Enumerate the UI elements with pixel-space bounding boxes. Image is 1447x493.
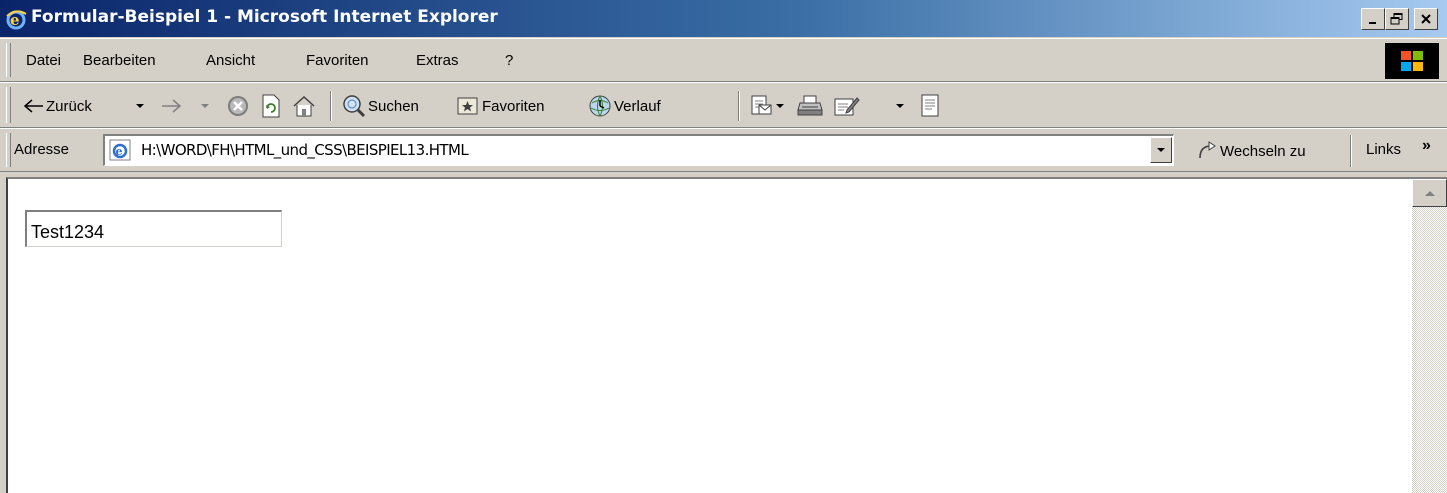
document-icon: [921, 94, 939, 117]
menu-favoriten[interactable]: Favoriten: [306, 52, 369, 69]
home-button[interactable]: [292, 90, 316, 122]
back-label: Zurück: [46, 97, 92, 115]
dropdown-arrow-icon: [136, 104, 144, 108]
address-bar: Adresse e H:\WORD\FH\HTML_und_CSS\BEISPI…: [0, 128, 1447, 172]
links-button[interactable]: Links: [1366, 141, 1401, 158]
back-dropdown-button[interactable]: [135, 90, 145, 122]
printer-icon: [797, 95, 823, 116]
toolbar-grip[interactable]: [6, 87, 11, 123]
search-icon: [343, 95, 366, 118]
dropdown-arrow-icon: [776, 103, 784, 108]
windows-logo-icon: [1385, 43, 1439, 79]
svg-text:e: e: [116, 145, 123, 158]
refresh-button[interactable]: [260, 90, 282, 122]
mail-button[interactable]: [750, 90, 784, 122]
go-label: Wechseln zu: [1220, 142, 1306, 160]
go-arrow-icon: [1199, 141, 1216, 159]
close-icon: [1421, 14, 1431, 24]
toolbar-separator: [738, 91, 740, 121]
address-dropdown-button[interactable]: [1150, 137, 1172, 163]
edit-button[interactable]: [834, 90, 860, 122]
dropdown-arrow-icon: [1157, 148, 1165, 152]
favorites-label: Favoriten: [482, 97, 545, 115]
menu-ansicht[interactable]: Ansicht: [206, 52, 255, 69]
menubar-grip[interactable]: [6, 43, 11, 77]
search-label: Suchen: [368, 97, 419, 115]
refresh-icon: [262, 94, 280, 118]
page-content: [6, 177, 1447, 493]
scroll-up-button[interactable]: [1412, 179, 1447, 207]
home-icon: [293, 95, 315, 117]
back-arrow-icon: [24, 99, 43, 113]
history-icon: [589, 95, 611, 117]
links-chevron-icon[interactable]: »: [1422, 137, 1431, 155]
standard-toolbar: Zurück Suchen Favoriten Verlauf: [0, 82, 1447, 128]
text-input[interactable]: [25, 210, 282, 247]
dropdown-arrow-icon: [201, 104, 209, 108]
window-title: Formular-Beispiel 1 - Microsoft Internet…: [31, 7, 498, 27]
discuss-button[interactable]: [920, 90, 940, 122]
menu-datei[interactable]: Datei: [26, 52, 61, 69]
links-separator: [1350, 135, 1352, 167]
address-label: Adresse: [14, 141, 70, 158]
menu-bearbeiten[interactable]: Bearbeiten: [83, 52, 156, 69]
toolbar-separator: [330, 91, 332, 121]
restore-icon: [1390, 13, 1403, 25]
print-button[interactable]: [797, 90, 823, 122]
address-url: H:\WORD\FH\HTML_und_CSS\BEISPIEL13.HTML: [141, 141, 469, 159]
forward-arrow-icon: [162, 99, 181, 113]
vertical-scrollbar[interactable]: [1412, 179, 1447, 493]
edit-dropdown-button[interactable]: [895, 90, 905, 122]
mail-icon: [751, 95, 772, 115]
search-button[interactable]: Suchen: [342, 90, 419, 122]
forward-dropdown-button[interactable]: [200, 90, 210, 122]
title-bar[interactable]: e Formular-Beispiel 1 - Microsoft Intern…: [0, 0, 1447, 37]
addressbar-grip[interactable]: [6, 133, 11, 167]
close-button[interactable]: [1414, 8, 1438, 30]
favorites-star-icon: [457, 97, 478, 115]
stop-button[interactable]: [226, 90, 250, 122]
minimize-icon: [1369, 22, 1376, 24]
arrow-up-icon: [1424, 190, 1435, 196]
dropdown-arrow-icon: [896, 104, 904, 108]
ie-logo-icon: e: [6, 10, 27, 30]
menu-help[interactable]: ?: [505, 52, 513, 69]
page-icon: e: [109, 139, 131, 161]
menu-bar: Datei Bearbeiten Ansicht Favoriten Extra…: [0, 38, 1447, 82]
back-button[interactable]: Zurück: [24, 90, 92, 122]
menu-extras[interactable]: Extras: [416, 52, 459, 69]
address-input[interactable]: e H:\WORD\FH\HTML_und_CSS\BEISPIEL13.HTM…: [103, 134, 1174, 166]
history-button[interactable]: Verlauf: [588, 90, 661, 122]
forward-button[interactable]: [161, 90, 181, 122]
restore-button[interactable]: [1385, 8, 1409, 30]
stop-icon: [228, 96, 248, 116]
edit-icon: [834, 97, 860, 116]
history-label: Verlauf: [614, 97, 661, 115]
go-button[interactable]: Wechseln zu: [1196, 137, 1306, 165]
minimize-button[interactable]: [1361, 8, 1385, 30]
favorites-button[interactable]: Favoriten: [457, 90, 545, 122]
